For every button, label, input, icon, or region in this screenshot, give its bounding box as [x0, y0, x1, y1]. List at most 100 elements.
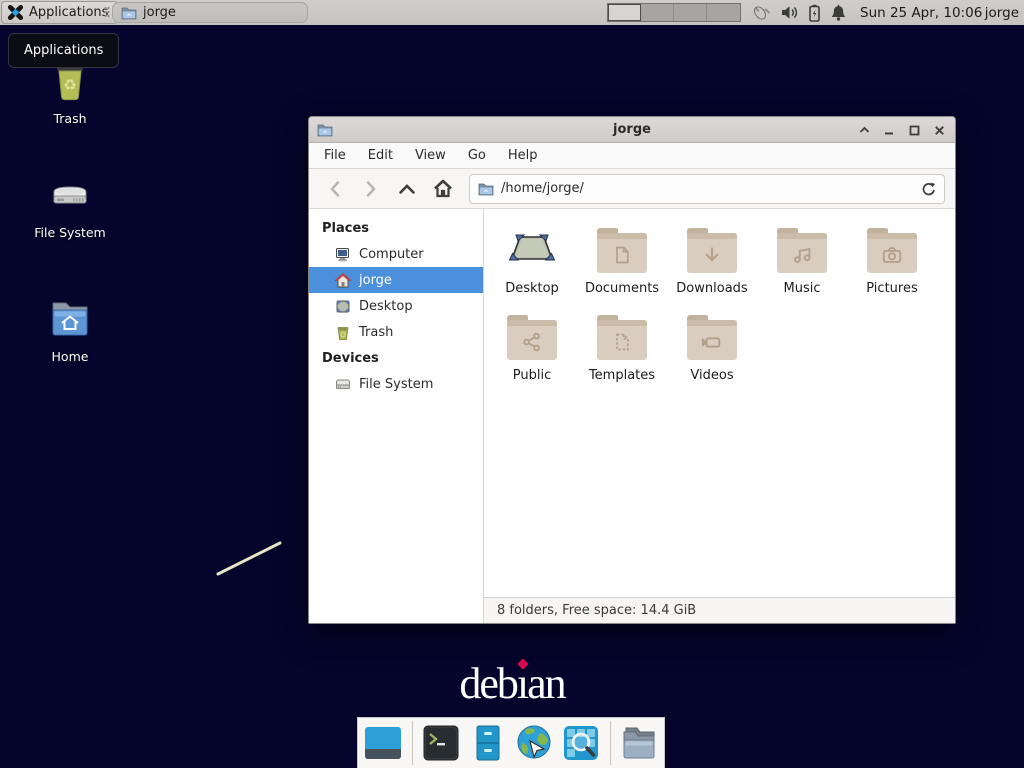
- notifications-bell-icon[interactable]: [830, 4, 847, 22]
- application-finder-launcher[interactable]: [560, 722, 602, 764]
- bottom-dock: [357, 717, 665, 768]
- forward-button[interactable]: [355, 175, 387, 203]
- mouse-icon[interactable]: [750, 3, 771, 22]
- sidebar-item-label: jorge: [359, 273, 392, 288]
- sidebar-item-computer[interactable]: Computer: [309, 241, 483, 267]
- desktop-icon: [335, 299, 351, 314]
- location-bar[interactable]: /home/jorge/: [469, 174, 945, 204]
- menu-edit[interactable]: Edit: [357, 143, 404, 168]
- minimize-button[interactable]: [883, 124, 895, 136]
- folder-label: Public: [513, 368, 551, 383]
- show-desktop-button[interactable]: [362, 722, 404, 764]
- sidebar-item-label: Trash: [359, 325, 393, 340]
- taskbar-window-button[interactable]: jorge: [112, 2, 308, 23]
- location-path[interactable]: /home/jorge/: [501, 181, 914, 196]
- workspace-1[interactable]: [608, 4, 641, 21]
- trash-icon: [335, 325, 351, 340]
- hard-drive-icon: [45, 170, 95, 218]
- menu-view[interactable]: View: [404, 143, 457, 168]
- folder-item-music[interactable]: Music: [757, 225, 847, 296]
- workspace-switcher[interactable]: [607, 3, 741, 22]
- devices-header: Devices: [309, 345, 483, 371]
- menu-file[interactable]: File: [313, 143, 357, 168]
- panel-username[interactable]: jorge: [985, 0, 1019, 25]
- home-folder-icon: [45, 294, 95, 342]
- folder-label: Templates: [589, 368, 655, 383]
- downloads-folder-icon: [687, 233, 737, 273]
- sidebar-item-jorge[interactable]: jorge: [309, 267, 483, 293]
- folder-icon: [121, 6, 137, 20]
- menubar: File Edit View Go Help: [309, 143, 955, 169]
- videos-folder-icon: [687, 320, 737, 360]
- sidebar-item-file-system[interactable]: File System: [309, 371, 483, 397]
- battery-charging-icon[interactable]: [808, 4, 821, 22]
- desktop-icon-file-system[interactable]: File System: [15, 170, 125, 240]
- sidebar-item-label: Desktop: [359, 299, 413, 314]
- computer-icon: [335, 247, 351, 262]
- sidebar-item-trash[interactable]: Trash: [309, 319, 483, 345]
- workspace-2[interactable]: [641, 4, 674, 21]
- xfce-logo-icon: [7, 4, 24, 21]
- places-header: Places: [309, 215, 483, 241]
- pictures-folder-icon: [867, 233, 917, 273]
- maximize-button[interactable]: [908, 124, 920, 136]
- folder-item-downloads[interactable]: Downloads: [667, 225, 757, 296]
- back-button[interactable]: [319, 175, 351, 203]
- applications-tooltip: Applications: [8, 33, 119, 68]
- menu-go[interactable]: Go: [457, 143, 497, 168]
- file-list: Desktop Documents: [484, 209, 955, 597]
- statusbar: 8 folders, Free space: 14.4 GiB: [484, 597, 955, 623]
- system-tray: [750, 0, 847, 25]
- top-panel: Applications jorge: [0, 0, 1024, 25]
- toolbar: /home/jorge/: [309, 169, 955, 209]
- taskbar-window-label: jorge: [143, 5, 176, 20]
- svg-text:♻: ♻: [63, 76, 76, 94]
- clock[interactable]: Sun 25 Apr, 10:06: [860, 0, 982, 25]
- public-folder-icon: [507, 320, 557, 360]
- documents-folder-icon: [597, 233, 647, 273]
- shade-button[interactable]: [858, 124, 870, 136]
- directory-menu-launcher[interactable]: [618, 722, 660, 764]
- dock-separator: [412, 721, 413, 765]
- applications-menu-button[interactable]: Applications: [1, 1, 118, 24]
- file-manager-window: jorge File Edit View Go Help: [308, 116, 956, 624]
- sidebar-item-desktop[interactable]: Desktop: [309, 293, 483, 319]
- window-titlebar[interactable]: jorge: [309, 117, 955, 143]
- folder-label: Pictures: [866, 281, 917, 296]
- dock-separator: [610, 721, 611, 765]
- folder-item-desktop[interactable]: Desktop: [487, 225, 577, 296]
- folder-label: Music: [784, 281, 821, 296]
- desktop-icon-home[interactable]: Home: [15, 294, 125, 364]
- folder-label: Documents: [585, 281, 659, 296]
- sidebar-item-label: Computer: [359, 247, 424, 262]
- folder-item-public[interactable]: Public: [487, 312, 577, 383]
- menu-help[interactable]: Help: [497, 143, 549, 168]
- web-browser-launcher[interactable]: [514, 722, 556, 764]
- sidebar-item-label: File System: [359, 377, 433, 392]
- folder-label: Videos: [690, 368, 733, 383]
- home-button[interactable]: [427, 175, 459, 203]
- folder-item-templates[interactable]: Templates: [577, 312, 667, 383]
- close-button[interactable]: [933, 124, 945, 136]
- workspace-4[interactable]: [707, 4, 740, 21]
- applications-menu-label: Applications: [29, 5, 108, 20]
- volume-icon[interactable]: [780, 4, 799, 21]
- file-cabinet-launcher[interactable]: [467, 722, 509, 764]
- workspace-3[interactable]: [674, 4, 707, 21]
- folder-item-videos[interactable]: Videos: [667, 312, 757, 383]
- folder-item-pictures[interactable]: Pictures: [847, 225, 937, 296]
- location-folder-icon: [478, 182, 494, 196]
- reload-icon[interactable]: [921, 181, 936, 197]
- up-button[interactable]: [391, 175, 423, 203]
- folder-label: Desktop: [505, 281, 559, 296]
- debian-wordmark: debıan: [392, 658, 632, 709]
- desktop-icon-label: File System: [34, 225, 106, 240]
- terminal-launcher[interactable]: [421, 722, 463, 764]
- desktop: debıan ♻ Trash File System: [0, 0, 1024, 768]
- status-text: 8 folders, Free space: 14.4 GiB: [497, 603, 696, 618]
- music-folder-icon: [777, 233, 827, 273]
- panel-handle[interactable]: [104, 6, 110, 19]
- sidebar: Places Computer jo: [309, 209, 484, 623]
- folder-item-documents[interactable]: Documents: [577, 225, 667, 296]
- desktop-special-icon: [507, 225, 557, 273]
